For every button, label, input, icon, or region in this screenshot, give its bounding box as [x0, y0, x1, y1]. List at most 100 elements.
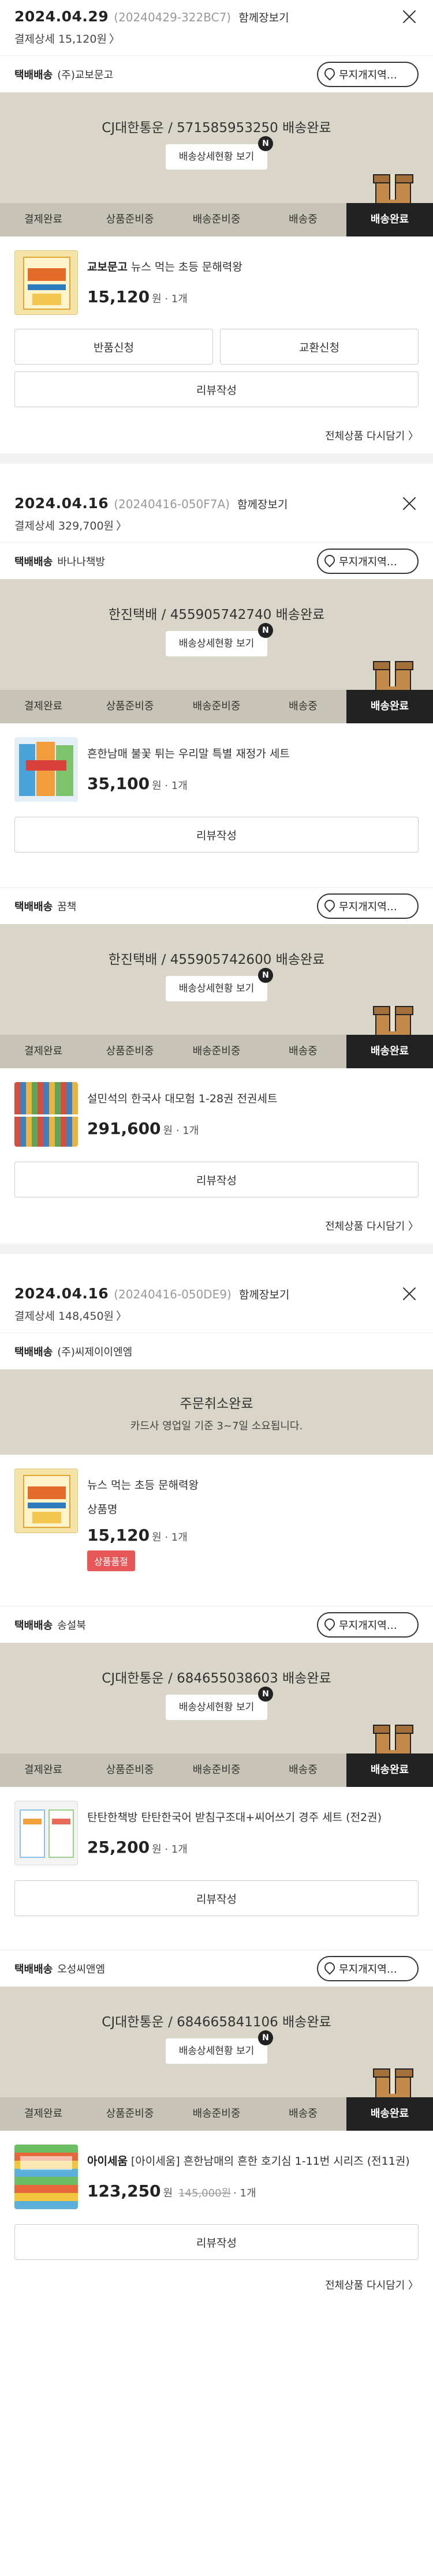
write-review-button[interactable]: 리뷰작성 — [14, 2224, 419, 2260]
step-paid: 결제완료 — [24, 213, 63, 226]
delivery-detail-button[interactable]: 배송상세현황 보기 N — [166, 968, 273, 1001]
write-review-button[interactable]: 리뷰작성 — [14, 371, 419, 407]
step-paid: 결제완료 — [24, 1045, 63, 1057]
price-unit: 원 · 1개 — [152, 1843, 188, 1856]
delivery-detail-button[interactable]: 배송상세현황 보기 N — [166, 623, 273, 656]
carrier-tracking: CJ대한통운 / 684655038603 배송완료 — [102, 1671, 331, 1686]
delivery-detail-button[interactable]: 배송상세현황 보기 N — [166, 1687, 273, 1720]
write-review-button[interactable]: 리뷰작성 — [14, 817, 419, 853]
product-item[interactable]: 탄탄한책방 탄탄한국어 받침구조대+씨어쓰기 경주 세트 (전2권) 25,20… — [0, 1787, 433, 1873]
reorder-all-link[interactable]: 전체상품 다시담기 〉 — [0, 407, 433, 453]
product-price: 25,200 — [87, 1838, 150, 1857]
carrier-tracking: 한진택배 / 455905742740 배송완료 — [108, 607, 325, 622]
seller-name: 송설북 — [57, 1619, 86, 1632]
payment-detail-link[interactable]: 결제상세 15,120원 〉 — [14, 31, 419, 46]
return-request-button[interactable]: 반품신청 — [14, 329, 213, 365]
shipment-header: 택배배송 꿈책 무지개지역… — [0, 887, 433, 924]
product-thumbnail — [14, 250, 78, 315]
order-header: 2024.04.29 (20240429-322BC7) 함께장보기 결제상세 … — [0, 1, 433, 55]
close-icon[interactable] — [402, 496, 417, 511]
section-divider — [0, 453, 433, 464]
product-thumbnail — [14, 737, 78, 802]
delivery-detail-button[interactable]: 배송상세현황 보기 N — [166, 136, 273, 170]
chevron-right-icon: 〉 — [116, 1310, 128, 1323]
order-number: (20240429-322BC7) — [114, 10, 232, 24]
order-header: 2024.04.16 (20240416-050F7A) 함께장보기 결제상세 … — [0, 465, 433, 542]
cancel-title: 주문취소완료 — [180, 1396, 253, 1411]
together-shopping-link[interactable]: 함께장보기 — [238, 12, 289, 24]
track-delivery-button[interactable]: 무지개지역… — [317, 548, 419, 574]
step-delivered: 배송완료 — [346, 690, 433, 723]
track-delivery-button[interactable]: 무지개지역… — [317, 893, 419, 919]
product-name: 탄탄한책방 탄탄한국어 받침구조대+씨어쓰기 경주 세트 (전2권) — [87, 1811, 382, 1824]
payment-total: 결제상세 329,700원 — [14, 520, 114, 532]
delivery-detail-button[interactable]: 배송상세현황 보기 N — [166, 2030, 273, 2064]
product-name: 설민석의 한국사 대모험 1-28권 전권세트 — [87, 1092, 278, 1105]
step-shipping: 배송중 — [289, 2108, 318, 2120]
payment-total: 결제상세 15,120원 — [14, 33, 107, 46]
product-price: 123,250 — [87, 2181, 161, 2201]
product-item[interactable]: 흔한남매 불꽃 튀는 우리말 특별 재정가 세트 35,100 원 · 1개 — [0, 723, 433, 810]
step-shipping: 배송중 — [289, 1764, 318, 1776]
shipment-header: 택배배송 (주)씨제이이엔엠 — [0, 1332, 433, 1369]
step-preparing-shipment: 배송준비중 — [192, 1045, 241, 1057]
product-thumbnail — [14, 2145, 78, 2209]
location-pin-icon — [324, 68, 334, 81]
write-review-button[interactable]: 리뷰작성 — [14, 1880, 419, 1916]
track-delivery-button[interactable]: 무지개지역… — [317, 1612, 419, 1638]
product-item[interactable]: 뉴스 먹는 초등 문해력왕 상품명 15,120 원 · 1개 상품품절 — [0, 1455, 433, 1606]
payment-detail-link[interactable]: 결제상세 148,450원 〉 — [14, 1308, 419, 1323]
product-item[interactable]: 설민석의 한국사 대모험 1-28권 전권세트 291,600 원 · 1개 — [0, 1068, 433, 1155]
seller-name: 꿈책 — [57, 900, 77, 913]
write-review-button[interactable]: 리뷰작성 — [14, 1162, 419, 1197]
exchange-request-button[interactable]: 교환신청 — [220, 329, 419, 365]
track-delivery-button[interactable]: 무지개지역… — [317, 61, 419, 87]
new-badge: N — [258, 136, 273, 151]
order-date: 2024.04.29 — [14, 8, 109, 25]
step-preparing-product: 상품준비중 — [106, 2108, 154, 2120]
order-header: 2024.04.16 (20240416-050DE9) 함께장보기 결제상세 … — [0, 1255, 433, 1332]
shipment-header: 택배배송 오성씨앤엠 무지개지역… — [0, 1950, 433, 1987]
order-number: (20240416-050F7A) — [114, 497, 230, 511]
step-delivered: 배송완료 — [346, 2097, 433, 2131]
new-badge: N — [258, 623, 273, 638]
section-divider — [0, 1244, 433, 1254]
track-delivery-button[interactable]: 무지개지역… — [317, 1955, 419, 1981]
step-preparing-shipment: 배송준비중 — [192, 1764, 241, 1776]
close-icon[interactable] — [402, 9, 417, 24]
product-item[interactable]: 교보문고 뉴스 먹는 초등 문해력왕 15,120 원 · 1개 — [0, 236, 433, 323]
delivery-status-banner: CJ대한통운 / 571585953250 배송완료 배송상세현황 보기 N 결제… — [0, 92, 433, 236]
product-price: 35,100 — [87, 774, 150, 793]
product-item[interactable]: 아이세움 [아이세움] 흔한남매의 흔한 호기심 1-11번 시리즈 (전11권)… — [0, 2131, 433, 2217]
step-preparing-shipment: 배송준비중 — [192, 2108, 241, 2120]
delivery-status-banner: CJ대한통운 / 684665841106 배송완료 배송상세현황 보기 N 결제… — [0, 1987, 433, 2131]
close-icon[interactable] — [402, 1286, 417, 1301]
product-name: [아이세움] 흔한남매의 흔한 호기심 1-11번 시리즈 (전11권) — [130, 2155, 410, 2168]
reorder-all-link[interactable]: 전체상품 다시담기 〉 — [0, 2260, 433, 2300]
location-pin-icon — [324, 1619, 334, 1631]
seller-name: (주)교보문고 — [57, 69, 114, 81]
refund-status-badge: 상품품절 — [87, 1550, 135, 1571]
cancel-status-banner: 주문취소완료 카드사 영업일 기준 3~7일 소요됩니다. — [0, 1369, 433, 1455]
product-brand: 교보문고 — [87, 261, 128, 273]
step-delivered: 배송완료 — [346, 1753, 433, 1787]
product-name: 흔한남매 불꽃 튀는 우리말 특별 재정가 세트 — [87, 748, 290, 760]
product-brand: 아이세움 — [87, 2155, 128, 2168]
seller-name: 바나나책방 — [57, 555, 106, 568]
product-name: 뉴스 먹는 초등 문해력왕 — [130, 261, 242, 273]
delivery-steps: 결제완료 상품준비중 배송준비중 배송중 배송완료 — [0, 2097, 433, 2131]
price-unit: 원 · 1개 — [152, 780, 188, 792]
carrier-tracking: CJ대한통운 / 571585953250 배송완료 — [102, 121, 331, 136]
original-price: 145,000원 — [178, 2187, 232, 2199]
step-delivered: 배송완료 — [346, 1035, 433, 1068]
delivery-steps: 결제완료 상품준비중 배송준비중 배송중 배송완료 — [0, 1753, 433, 1787]
step-shipping: 배송중 — [289, 1045, 318, 1057]
together-shopping-link[interactable]: 함께장보기 — [237, 498, 288, 511]
step-preparing-product: 상품준비중 — [106, 700, 154, 712]
together-shopping-link[interactable]: 함께장보기 — [239, 1289, 289, 1301]
product-thumbnail — [14, 1469, 78, 1533]
reorder-all-link[interactable]: 전체상품 다시담기 〉 — [0, 1197, 433, 1244]
cancel-subtitle: 카드사 영업일 기준 3~7일 소요됩니다. — [130, 1420, 303, 1432]
payment-total: 결제상세 148,450원 — [14, 1310, 114, 1323]
payment-detail-link[interactable]: 결제상세 329,700원 〉 — [14, 517, 419, 533]
